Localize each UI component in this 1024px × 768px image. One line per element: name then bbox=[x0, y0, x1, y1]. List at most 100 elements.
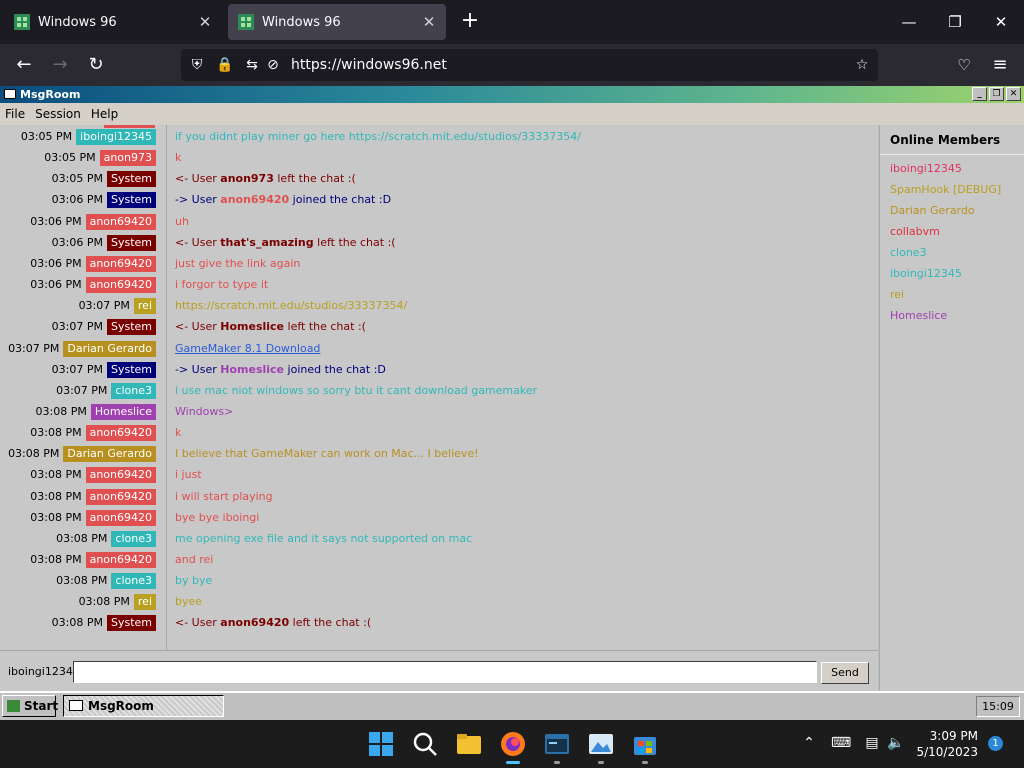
forward-arrow-icon[interactable]: → bbox=[48, 53, 72, 77]
username-badge[interactable]: clone3 bbox=[111, 530, 156, 547]
username-badge[interactable]: anon973 bbox=[99, 150, 156, 167]
windows-start-icon[interactable] bbox=[367, 730, 395, 758]
username-badge[interactable]: Darian Gerardo bbox=[63, 446, 156, 463]
username-badge[interactable]: anon69420 bbox=[85, 425, 156, 442]
username-badge[interactable]: System bbox=[106, 319, 156, 336]
tracking-blocked-icon[interactable]: ⊘ bbox=[264, 56, 282, 74]
member-item[interactable]: Darian Gerardo bbox=[890, 204, 975, 217]
maximize-button[interactable]: ❐ bbox=[989, 87, 1004, 101]
member-item[interactable]: SpamHook [DEBUG] bbox=[890, 183, 1001, 196]
network-icon[interactable]: ▤ bbox=[863, 734, 881, 752]
minimize-window-icon[interactable]: — bbox=[897, 10, 921, 34]
member-item[interactable]: Homeslice bbox=[890, 309, 947, 322]
chat-message-row: anon69420 03:08 PM and rei bbox=[0, 550, 878, 571]
search-icon[interactable] bbox=[411, 730, 439, 758]
terminal-icon[interactable] bbox=[543, 730, 571, 758]
tab-close-icon[interactable]: ✕ bbox=[420, 13, 438, 31]
back-arrow-icon[interactable]: ← bbox=[12, 53, 36, 77]
menu-help[interactable]: Help bbox=[86, 103, 123, 121]
shield-icon[interactable]: ⛨ bbox=[188, 56, 206, 74]
username-badge[interactable]: System bbox=[106, 234, 156, 251]
url-text[interactable]: https://windows96.net bbox=[291, 56, 447, 74]
close-button[interactable]: ✕ bbox=[1006, 87, 1021, 101]
chat-message-row: Darian Gerardo 03:07 PM GameMaker 8.1 Down… bbox=[0, 339, 878, 360]
message-timestamp: 03:08 PM bbox=[56, 531, 108, 545]
taskbar-item-msgroom[interactable]: MsgRoom bbox=[63, 695, 224, 717]
reload-icon[interactable]: ↻ bbox=[84, 53, 108, 77]
username-badge[interactable]: Homeslice bbox=[90, 403, 156, 420]
username-badge[interactable]: clone3 bbox=[111, 573, 156, 590]
chat-log[interactable]: iboingi12345 03:05 PM if you didnt play mi… bbox=[0, 125, 878, 650]
address-bar[interactable]: ⛨ 🔒 ⇆ ⊘ https://windows96.net ☆ bbox=[181, 49, 878, 81]
bookmark-star-icon[interactable]: ☆ bbox=[853, 56, 871, 74]
username-badge[interactable]: iboingi12345 bbox=[76, 129, 156, 145]
member-item[interactable]: collabvm bbox=[890, 225, 940, 238]
photos-icon[interactable] bbox=[587, 730, 615, 758]
message-timestamp: 03:08 PM bbox=[56, 574, 108, 588]
message-timestamp: 03:07 PM bbox=[51, 320, 103, 334]
username-badge[interactable]: System bbox=[106, 192, 156, 209]
members-title: Online Members bbox=[890, 133, 1001, 147]
browser-tab-2[interactable]: Windows 96 ✕ bbox=[228, 4, 446, 40]
start-label: Start bbox=[24, 699, 59, 713]
volume-icon[interactable]: 🔈 bbox=[887, 734, 905, 752]
lock-icon[interactable]: 🔒 bbox=[216, 56, 234, 74]
system-username: that's_amazing bbox=[220, 235, 314, 249]
notification-badge[interactable]: 1 bbox=[988, 736, 1003, 751]
store-icon[interactable] bbox=[631, 730, 659, 758]
menu-hamburger-icon[interactable]: ≡ bbox=[988, 53, 1012, 77]
username-badge[interactable]: anon69420 bbox=[85, 488, 156, 505]
username-badge[interactable]: anon69420 bbox=[85, 467, 156, 484]
message-text: i will start playing bbox=[175, 489, 273, 503]
menu-file[interactable]: File bbox=[0, 103, 30, 121]
restore-window-icon[interactable]: ❐ bbox=[943, 10, 967, 34]
chat-message-row: rei 03:08 PM byee bbox=[0, 592, 878, 613]
pocket-icon[interactable]: ♡ bbox=[952, 53, 976, 77]
menu-bar: File Session Help bbox=[0, 103, 1024, 125]
username-badge[interactable]: Darian Gerardo bbox=[63, 340, 156, 357]
message-timestamp: 03:08 PM bbox=[8, 447, 60, 461]
browser-tab-1[interactable]: Windows 96 ✕ bbox=[4, 4, 222, 40]
new-tab-button[interactable]: + bbox=[459, 10, 481, 32]
system-clock[interactable]: 3:09 PM 5/10/2023 bbox=[912, 728, 978, 760]
member-item[interactable]: iboingi12345 bbox=[890, 267, 962, 280]
username-badge[interactable]: anon69420 bbox=[85, 552, 156, 568]
username-badge[interactable]: anon69420 bbox=[85, 509, 156, 526]
message-timestamp: 03:08 PM bbox=[30, 468, 82, 482]
menu-session[interactable]: Session bbox=[30, 103, 86, 121]
username-badge[interactable]: clone3 bbox=[111, 382, 156, 399]
message-input[interactable] bbox=[73, 661, 817, 683]
username-badge[interactable]: anon69420 bbox=[85, 277, 156, 294]
system-prefix: -> User bbox=[175, 193, 221, 207]
message-text: <- User Homeslice left the chat :( bbox=[175, 320, 366, 333]
keyboard-icon[interactable]: ⌨ bbox=[831, 734, 851, 752]
minimize-button[interactable]: _ bbox=[972, 87, 987, 101]
chat-message-row: anon69420 03:08 PM i just bbox=[0, 465, 878, 486]
username-badge[interactable]: System bbox=[106, 361, 156, 378]
username-badge[interactable]: anon69420 bbox=[85, 255, 156, 272]
message-link[interactable]: GameMaker 8.1 Download bbox=[175, 342, 320, 355]
message-text: uh bbox=[175, 214, 189, 228]
close-window-icon[interactable]: ✕ bbox=[989, 10, 1013, 34]
username-badge[interactable]: System bbox=[106, 615, 156, 632]
firefox-icon[interactable] bbox=[499, 730, 527, 758]
username-badge[interactable]: anon69420 bbox=[85, 213, 156, 230]
system-username: Homeslice bbox=[220, 362, 285, 376]
windows-taskbar: ⌃ ⌨ ▤ 🔈 3:09 PM 5/10/2023 1 bbox=[0, 720, 1024, 768]
windows96-logo-icon bbox=[7, 700, 20, 712]
username-badge[interactable]: rei bbox=[133, 298, 156, 315]
file-explorer-icon[interactable] bbox=[455, 730, 483, 758]
message-timestamp: 03:06 PM bbox=[51, 235, 103, 249]
username-badge[interactable]: rei bbox=[133, 594, 156, 611]
send-button[interactable]: Send bbox=[821, 662, 869, 684]
chevron-up-icon[interactable]: ⌃ bbox=[800, 734, 818, 752]
username-badge[interactable]: System bbox=[106, 171, 156, 188]
member-item[interactable]: clone3 bbox=[890, 246, 927, 259]
member-item[interactable]: iboingi12345 bbox=[890, 162, 962, 175]
permissions-icon[interactable]: ⇆ bbox=[243, 56, 261, 74]
member-item[interactable]: rei bbox=[890, 288, 904, 301]
start-button[interactable]: Start bbox=[2, 695, 59, 717]
tab-close-icon[interactable]: ✕ bbox=[196, 13, 214, 31]
message-text: if you didnt play miner go here https://… bbox=[175, 130, 581, 143]
msgroom-title-bar[interactable]: MsgRoom _ ❐ ✕ bbox=[0, 86, 1024, 103]
